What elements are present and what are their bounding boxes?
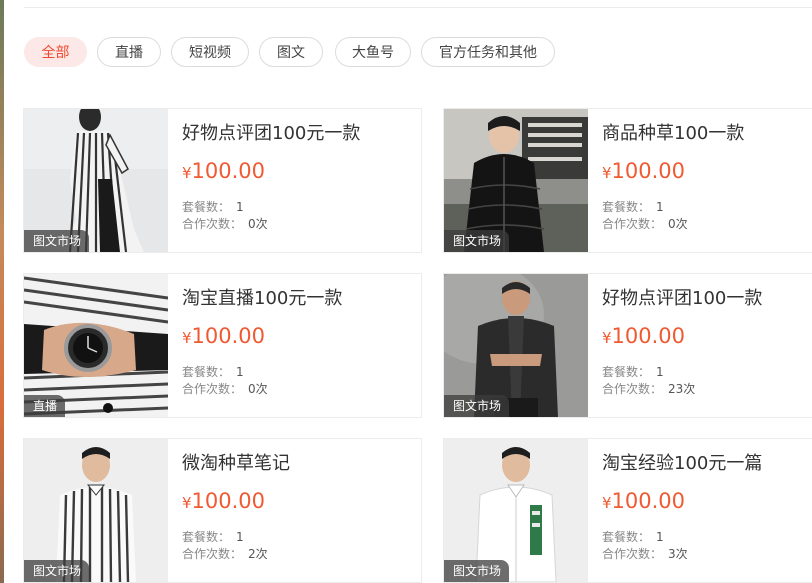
coop-label: 合作次数： bbox=[602, 382, 663, 396]
product-image[interactable]: 图文市场 bbox=[24, 109, 168, 252]
tab-live[interactable]: 直播 bbox=[97, 37, 161, 67]
package-value: 1 bbox=[236, 530, 244, 544]
card-title[interactable]: 淘宝直播100元一款 bbox=[182, 284, 342, 310]
product-image[interactable]: 图文市场 bbox=[444, 439, 588, 582]
package-value: 1 bbox=[236, 365, 244, 379]
coop-label: 合作次数： bbox=[182, 382, 243, 396]
currency-symbol: ¥ bbox=[182, 329, 192, 347]
package-label: 套餐数： bbox=[182, 365, 231, 379]
price-amount: 100.00 bbox=[191, 324, 266, 348]
service-card[interactable]: 图文市场 商品种草100一款 ¥100.00 套餐数： 1 合作次数： 0次 bbox=[443, 108, 812, 253]
price-amount: 100.00 bbox=[191, 159, 266, 183]
package-count: 套餐数： 1 bbox=[602, 363, 664, 380]
cooperation-count: 合作次数： 23次 bbox=[602, 380, 695, 397]
service-card[interactable]: 图文市场 好物点评团100一款 ¥100.00 套餐数： 1 合作次数： 23次 bbox=[443, 273, 812, 418]
card-title[interactable]: 好物点评团100一款 bbox=[602, 284, 762, 310]
price: ¥100.00 bbox=[602, 489, 685, 513]
source-tag: 图文市场 bbox=[444, 395, 510, 417]
price: ¥100.00 bbox=[182, 489, 265, 513]
coop-value: 0次 bbox=[248, 217, 268, 231]
product-image[interactable]: 图文市场 bbox=[444, 109, 588, 252]
coop-label: 合作次数： bbox=[182, 217, 243, 231]
price: ¥100.00 bbox=[182, 159, 265, 183]
tab-official-tasks[interactable]: 官方任务和其他 bbox=[421, 37, 555, 67]
price-amount: 100.00 bbox=[191, 489, 266, 513]
package-count: 套餐数： 1 bbox=[602, 198, 664, 215]
card-title[interactable]: 好物点评团100元一款 bbox=[182, 119, 360, 145]
coop-value: 0次 bbox=[668, 217, 688, 231]
cooperation-count: 合作次数： 0次 bbox=[182, 215, 268, 232]
coop-value: 23次 bbox=[668, 382, 696, 396]
cooperation-count: 合作次数： 2次 bbox=[182, 545, 268, 562]
price: ¥100.00 bbox=[182, 324, 265, 348]
product-image[interactable]: 图文市场 bbox=[444, 274, 588, 417]
service-card[interactable]: 直播 淘宝直播100元一款 ¥100.00 套餐数： 1 合作次数： 0次 bbox=[23, 273, 422, 418]
top-divider bbox=[24, 7, 812, 8]
service-card[interactable]: 图文市场 好物点评团100元一款 ¥100.00 套餐数： 1 合作次数： 0次 bbox=[23, 108, 422, 253]
package-label: 套餐数： bbox=[602, 200, 651, 214]
source-tag: 图文市场 bbox=[24, 560, 90, 582]
tab-graphic[interactable]: 图文 bbox=[259, 37, 323, 67]
source-tag: 图文市场 bbox=[444, 230, 510, 252]
currency-symbol: ¥ bbox=[182, 494, 192, 512]
source-tag: 图文市场 bbox=[24, 230, 90, 252]
currency-symbol: ¥ bbox=[602, 329, 612, 347]
service-card[interactable]: 图文市场 淘宝经验100元一篇 ¥100.00 套餐数： 1 合作次数： 3次 bbox=[443, 438, 812, 583]
coop-value: 2次 bbox=[248, 547, 268, 561]
package-value: 1 bbox=[656, 530, 664, 544]
currency-symbol: ¥ bbox=[182, 164, 192, 182]
tab-short-video[interactable]: 短视频 bbox=[171, 37, 249, 67]
price: ¥100.00 bbox=[602, 159, 685, 183]
product-image[interactable]: 直播 bbox=[24, 274, 168, 417]
package-value: 1 bbox=[656, 365, 664, 379]
coop-label: 合作次数： bbox=[182, 547, 243, 561]
tab-dayu[interactable]: 大鱼号 bbox=[335, 37, 411, 67]
package-count: 套餐数： 1 bbox=[182, 363, 244, 380]
currency-symbol: ¥ bbox=[602, 164, 612, 182]
package-count: 套餐数： 1 bbox=[602, 528, 664, 545]
cooperation-count: 合作次数： 3次 bbox=[602, 545, 688, 562]
source-tag: 直播 bbox=[24, 395, 66, 417]
coop-label: 合作次数： bbox=[602, 547, 663, 561]
cooperation-count: 合作次数： 0次 bbox=[602, 215, 688, 232]
cooperation-count: 合作次数： 0次 bbox=[182, 380, 268, 397]
price-amount: 100.00 bbox=[611, 159, 686, 183]
coop-value: 0次 bbox=[248, 382, 268, 396]
package-count: 套餐数： 1 bbox=[182, 198, 244, 215]
package-value: 1 bbox=[236, 200, 244, 214]
package-value: 1 bbox=[656, 200, 664, 214]
package-label: 套餐数： bbox=[602, 530, 651, 544]
window-left-edge bbox=[0, 0, 4, 583]
price-amount: 100.00 bbox=[611, 324, 686, 348]
package-label: 套餐数： bbox=[602, 365, 651, 379]
card-title[interactable]: 商品种草100一款 bbox=[602, 119, 744, 145]
coop-label: 合作次数： bbox=[602, 217, 663, 231]
package-label: 套餐数： bbox=[182, 200, 231, 214]
card-title[interactable]: 淘宝经验100元一篇 bbox=[602, 449, 762, 475]
price-amount: 100.00 bbox=[611, 489, 686, 513]
package-label: 套餐数： bbox=[182, 530, 231, 544]
package-count: 套餐数： 1 bbox=[182, 528, 244, 545]
service-card[interactable]: 图文市场 微淘种草笔记 ¥100.00 套餐数： 1 合作次数： 2次 bbox=[23, 438, 422, 583]
currency-symbol: ¥ bbox=[602, 494, 612, 512]
card-title[interactable]: 微淘种草笔记 bbox=[182, 449, 290, 475]
price: ¥100.00 bbox=[602, 324, 685, 348]
coop-value: 3次 bbox=[668, 547, 688, 561]
source-tag: 图文市场 bbox=[444, 560, 510, 582]
tab-all[interactable]: 全部 bbox=[24, 37, 87, 67]
product-image[interactable]: 图文市场 bbox=[24, 439, 168, 582]
